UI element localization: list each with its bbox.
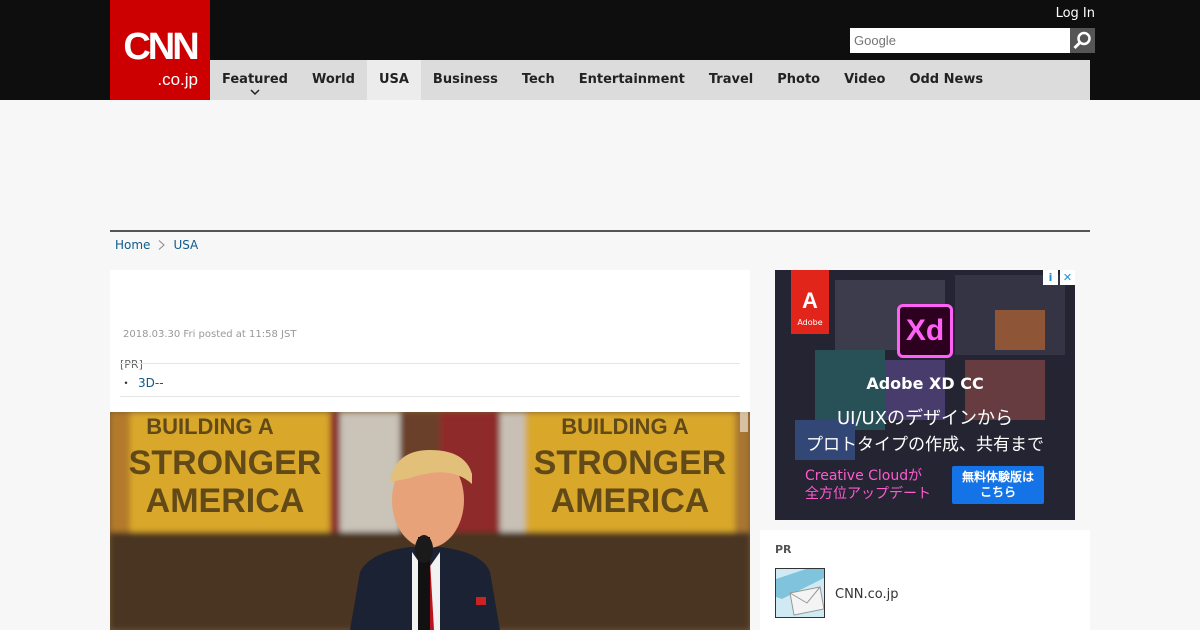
nav-item-label: Odd News	[909, 72, 984, 87]
svg-text:AMERICA: AMERICA	[551, 482, 710, 520]
pr-sidebar-box: PR CNN.co.jp	[760, 530, 1090, 630]
photo-sign-left: BUILDING A	[146, 414, 274, 439]
chevron-right-icon	[159, 240, 166, 250]
breadcrumb-home[interactable]: Home	[115, 238, 150, 252]
ad-product-name: Adobe XD CC	[866, 374, 984, 393]
breadcrumb: Home USA	[115, 238, 198, 252]
pr-link-text: 3D--	[138, 376, 164, 390]
ad-cc-text: Creative Cloudが 全方位アップデート	[805, 467, 931, 503]
search-button[interactable]	[1070, 28, 1095, 53]
nav-item-label: Featured	[222, 72, 288, 87]
search-icon	[1073, 31, 1091, 50]
login-link[interactable]: Log In	[1056, 6, 1095, 21]
ad-headline-1: UI/UXのデザインから	[836, 408, 1014, 429]
ad-button-line-2: こちら	[979, 485, 1016, 499]
nav-item-travel[interactable]: Travel	[697, 60, 765, 100]
pr-bullet: ・	[120, 376, 133, 390]
ad-close-icon[interactable]: ✕	[1060, 270, 1075, 285]
nav-item-business[interactable]: Business	[421, 60, 510, 100]
pr-box-item-text[interactable]: CNN.co.jp	[835, 587, 899, 602]
adobe-logo-mark: A	[802, 288, 818, 313]
pr-link[interactable]: ・ 3D--	[120, 374, 164, 391]
adobe-ad-banner[interactable]: A Adobe Xd Adobe XD CC UI/UXのデザインから プロトタ…	[775, 270, 1075, 520]
ad-headline-2: プロトタイプの作成、共有まで	[806, 435, 1044, 455]
ad-button-line-1: 無料体験版は	[961, 470, 1034, 484]
nav-item-usa[interactable]: USA	[366, 60, 421, 100]
ad-info-icon[interactable]: i	[1043, 270, 1058, 285]
ad-cc-line-2: 全方位アップデート	[805, 486, 931, 502]
article-date: 2018.03.30 Fri posted at 11:58 JST	[123, 329, 297, 340]
nav-item-odd-news[interactable]: Odd News	[897, 60, 995, 100]
photo-sign-right: BUILDING A	[561, 414, 689, 439]
article-photo: BUILDING A STRONGER AMERICA BUILDING A S…	[110, 412, 750, 630]
adobe-logo: A Adobe	[791, 270, 829, 334]
svg-text:STRONGER: STRONGER	[534, 444, 727, 482]
nav-item-video[interactable]: Video	[832, 60, 897, 100]
divider	[120, 396, 740, 397]
nav-item-label: Travel	[708, 72, 754, 87]
nav-item-featured[interactable]: Featured	[210, 60, 300, 100]
ad-controls: i ✕	[1043, 270, 1075, 285]
nav-item-label: Photo	[777, 72, 821, 87]
logo-main-text: CNN	[123, 26, 199, 68]
pr-label: [PR]	[120, 358, 143, 371]
svg-text:STRONGER: STRONGER	[129, 444, 322, 482]
top-ad-space	[110, 100, 1090, 230]
main-nav: Featured World USA Business Tech Entertainmen…	[210, 60, 1090, 100]
chevron-down-icon	[250, 89, 260, 96]
article-header-card: 2018.03.30 Fri posted at 11:58 JST [PR] …	[110, 270, 750, 412]
ad-cc-line-1: Creative Cloudが	[805, 468, 923, 484]
breadcrumb-current[interactable]: USA	[173, 238, 198, 252]
search-input[interactable]	[850, 28, 1070, 53]
divider	[120, 363, 740, 364]
nav-item-label: Business	[432, 72, 498, 87]
adobe-logo-text: Adobe	[797, 318, 823, 327]
nav-item-label: Entertainment	[578, 72, 685, 87]
nav-item-label: Video	[844, 72, 886, 87]
nav-item-world[interactable]: World	[300, 60, 367, 100]
nav-item-label: World	[311, 72, 355, 87]
cnn-logo[interactable]: CNN .co.jp	[110, 0, 210, 100]
nav-item-photo[interactable]: Photo	[765, 60, 832, 100]
nav-item-tech[interactable]: Tech	[510, 60, 567, 100]
site-header: CNN .co.jp Log In Featured World USA Busine…	[0, 0, 1200, 100]
xd-app-icon: Xd	[897, 304, 953, 358]
pr-thumbnail[interactable]	[775, 568, 825, 618]
svg-text:AMERICA: AMERICA	[146, 482, 305, 520]
nav-item-label: USA	[378, 72, 409, 87]
nav-item-entertainment[interactable]: Entertainment	[567, 60, 697, 100]
mail-icon	[776, 569, 824, 617]
ad-trial-button[interactable]: 無料体験版は こちら	[952, 466, 1044, 504]
breadcrumb-divider	[110, 230, 1090, 232]
logo-sub-text: .co.jp	[157, 70, 198, 89]
pr-box-title: PR	[775, 543, 792, 556]
nav-item-label: Tech	[521, 72, 555, 87]
